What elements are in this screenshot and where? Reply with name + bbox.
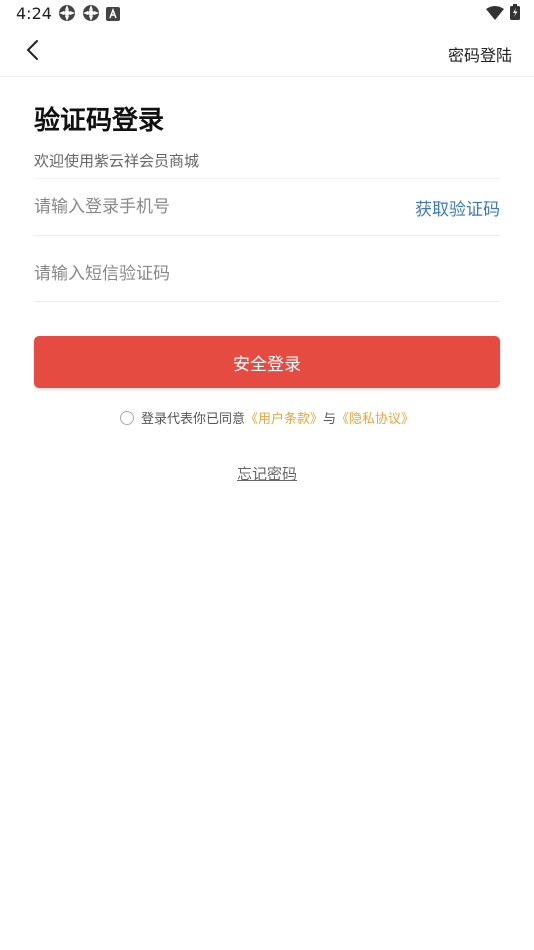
status-bar: 4:24 — [0, 0, 534, 28]
wifi-icon — [486, 5, 504, 24]
login-button[interactable]: 安全登录 — [34, 336, 500, 388]
settings-icon — [82, 4, 100, 26]
privacy-link[interactable]: 《隐私协议》 — [336, 408, 414, 427]
status-icons-left — [58, 4, 120, 26]
forgot-password-container: 忘记密码 — [0, 463, 534, 484]
agreement-and: 与 — [323, 412, 337, 427]
agreement-prefix: 登录代表你已同意 — [140, 412, 245, 427]
status-icons-right — [486, 4, 520, 24]
battery-icon — [510, 4, 520, 24]
nav-bar: 密码登陆 — [0, 28, 534, 77]
sms-code-input[interactable] — [34, 258, 394, 290]
a-box-icon — [106, 6, 120, 25]
terms-link[interactable]: 《用户条款》 — [245, 408, 323, 427]
back-button[interactable] — [16, 36, 48, 68]
phone-input[interactable] — [34, 191, 394, 223]
agreement: 登录代表你已同意 《用户条款》 与 《隐私协议》 — [0, 408, 534, 427]
phone-field-row: 获取验证码 — [34, 178, 500, 236]
agree-radio[interactable] — [119, 410, 134, 425]
code-field-row — [34, 246, 500, 302]
get-code-button[interactable]: 获取验证码 — [415, 195, 500, 220]
page-title: 验证码登录 — [34, 106, 165, 136]
chevron-left-icon — [25, 39, 39, 65]
settings-icon — [58, 4, 76, 26]
password-login-link[interactable]: 密码登陆 — [448, 42, 512, 66]
forgot-password-link[interactable]: 忘记密码 — [237, 465, 297, 483]
welcome-text: 欢迎使用紫云祥会员商城 — [34, 152, 200, 170]
status-time: 4:24 — [16, 4, 52, 23]
